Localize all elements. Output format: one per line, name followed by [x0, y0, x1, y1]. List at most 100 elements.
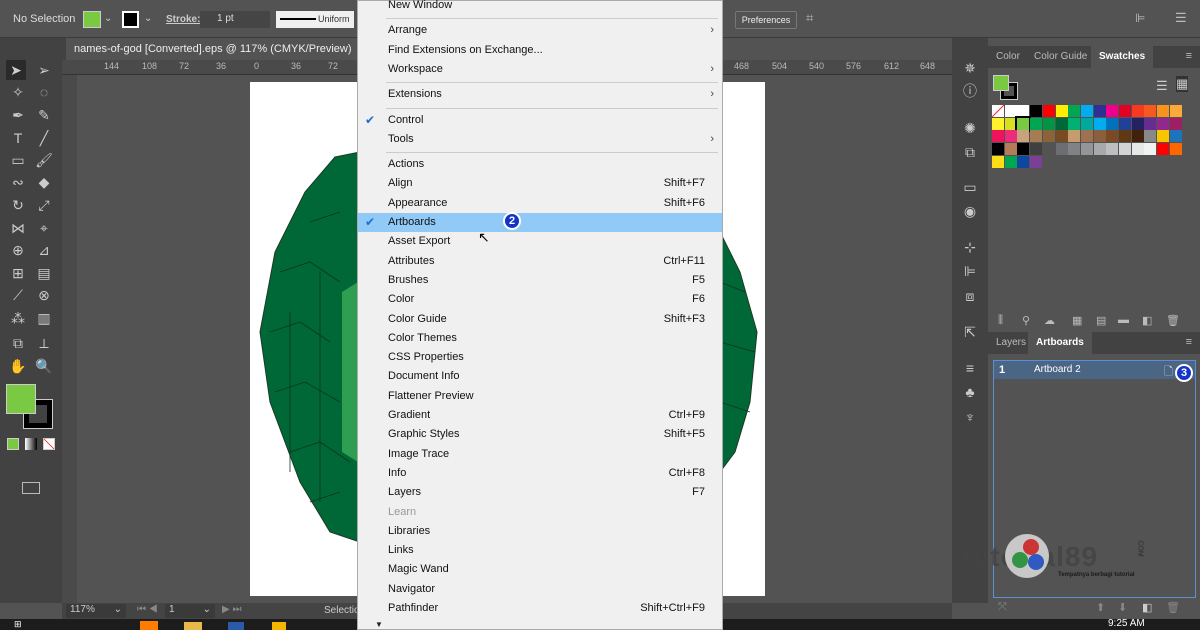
symbols-icon[interactable]: ✺ [960, 118, 980, 138]
swatch[interactable] [1042, 105, 1055, 117]
grid-view-icon[interactable]: ▦ [1176, 76, 1189, 92]
swatch[interactable] [1169, 117, 1182, 130]
stroke-weight-input[interactable]: 1 pt [200, 11, 270, 28]
document-tab[interactable]: names-of-god [Converted].eps @ 117% (CMY… [66, 38, 383, 60]
trash-icon[interactable]: 🗑 [1166, 601, 1180, 614]
swatch[interactable] [1068, 130, 1081, 143]
swatch[interactable] [1144, 143, 1157, 156]
swatch[interactable] [1068, 117, 1081, 130]
zoom-icon[interactable]: 🔍 [34, 356, 54, 376]
swatch[interactable] [992, 130, 1004, 143]
menu-item-brushes[interactable]: Brushes F5 [358, 271, 722, 290]
swatch[interactable] [1042, 130, 1055, 143]
swatch[interactable] [1157, 105, 1170, 117]
new-artboard-icon[interactable]: ◧ [1142, 601, 1152, 614]
swatch-options-icon[interactable]: ▦ [1072, 314, 1082, 327]
navigator-icon[interactable]: ✵ [960, 58, 980, 78]
trash-icon[interactable]: 🗑 [1166, 314, 1180, 327]
list-view-icon[interactable]: ☰ [1156, 78, 1168, 94]
swatch[interactable] [1004, 155, 1017, 168]
illustrator-taskbar-icon[interactable] [140, 621, 158, 630]
swatch[interactable] [992, 143, 1004, 156]
menu-item-color-themes[interactable]: Color Themes [358, 329, 722, 348]
direct-selection-tool-icon[interactable]: ➢ [34, 60, 54, 80]
swatch[interactable] [1131, 143, 1144, 156]
width-tool-icon[interactable]: ⋈ [8, 218, 28, 238]
chevron-down-icon[interactable]: ⌄ [104, 13, 112, 24]
swatch[interactable] [1015, 115, 1032, 132]
tab-artboards[interactable]: Artboards [1028, 332, 1092, 354]
arrange-documents-icon[interactable]: ⌗ [806, 10, 813, 26]
graph-icon[interactable]: ▥ [34, 308, 54, 328]
selection-tool-icon[interactable]: ➤ [6, 60, 26, 80]
swatch-fill-indicator[interactable] [993, 75, 1009, 91]
new-group-icon[interactable]: ▬ [1118, 314, 1129, 326]
puppet-icon[interactable]: ♆ [960, 407, 980, 427]
rotate-icon[interactable]: ↻ [8, 195, 28, 215]
gradient-mode-icon[interactable] [25, 438, 37, 450]
align-panel-icon[interactable]: ⊫ [960, 261, 980, 281]
artboard-row[interactable]: 1 Artboard 2 🗋 [994, 361, 1195, 379]
menu-item-artboards[interactable]: ✔ Artboards [358, 213, 722, 232]
zoom-select[interactable]: 117% ⌄ [66, 604, 126, 618]
magic-wand-icon[interactable]: ✧ [8, 82, 28, 102]
swatch[interactable] [1119, 130, 1131, 143]
scale-icon[interactable]: ⤢ [34, 195, 54, 215]
menu-item-workspace[interactable]: Workspace › [358, 60, 722, 79]
swatch[interactable] [1004, 130, 1017, 143]
swatch[interactable] [992, 105, 1004, 117]
menu-item-links[interactable]: Links [358, 541, 722, 560]
slice-icon[interactable]: ⟂ [34, 333, 54, 353]
panel-menu-icon[interactable]: ≡ [1186, 50, 1192, 62]
transparency-icon[interactable]: ◉ [960, 201, 980, 221]
swatch[interactable] [1017, 155, 1030, 168]
menu-item-appearance[interactable]: Appearance Shift+F6 [358, 194, 722, 213]
swatch[interactable] [1030, 105, 1043, 117]
swatch[interactable] [1080, 117, 1093, 130]
swatch[interactable] [1169, 105, 1182, 117]
artboard-options-icon[interactable]: 🗋 [1164, 363, 1173, 382]
start-icon[interactable]: ⊞ [14, 619, 22, 630]
menu-item-css-properties[interactable]: CSS Properties [358, 348, 722, 367]
asset-export-icon[interactable]: ⧉ [960, 142, 980, 162]
transform-icon[interactable]: ⊹ [960, 237, 980, 257]
lasso-icon[interactable]: ◌ [34, 82, 54, 102]
move-down-icon[interactable]: ⬇ [1118, 601, 1127, 614]
menu-item-flattener-preview[interactable]: Flattener Preview [358, 387, 722, 406]
swatch[interactable] [1055, 130, 1068, 143]
explorer-taskbar-icon[interactable] [184, 622, 202, 630]
shape-builder-icon[interactable]: ⊕ [8, 240, 28, 260]
rectangle-tool-icon[interactable]: ▭ [8, 150, 28, 170]
menu-item-document-info[interactable]: Document Info [358, 367, 722, 386]
info-icon[interactable]: ⓘ [960, 81, 980, 101]
menu-item-extensions[interactable]: Extensions › [358, 85, 722, 104]
color-group-icon[interactable]: ▤ [1096, 314, 1106, 327]
swatch[interactable] [1055, 117, 1068, 130]
club-icon[interactable]: ♣ [960, 382, 980, 402]
swatch[interactable] [1030, 130, 1043, 143]
swatch[interactable] [1030, 117, 1043, 130]
swatch[interactable] [1004, 117, 1017, 130]
scroll-down-icon[interactable]: ▼ [375, 620, 383, 629]
new-swatch-icon[interactable]: ◧ [1142, 314, 1152, 327]
menu-item-new-window[interactable]: New Window [358, 0, 722, 15]
swatch[interactable] [1055, 105, 1068, 117]
eyedropper-icon[interactable]: ⟋ [8, 285, 28, 305]
swatch[interactable] [1055, 143, 1068, 156]
menu-item-find-extensions-on-exchange[interactable]: Find Extensions on Exchange... [358, 41, 722, 60]
stroke-panel-icon[interactable]: ≡ [960, 358, 980, 378]
swatch[interactable] [1042, 117, 1055, 130]
menu-item-asset-export[interactable]: Asset Export [358, 232, 722, 251]
preferences-button[interactable]: Preferences [735, 11, 797, 29]
swatch[interactable] [1030, 143, 1043, 156]
perspective-icon[interactable]: ⊿ [34, 240, 54, 260]
swatch[interactable] [1004, 105, 1017, 117]
mesh-icon[interactable]: ⊞ [8, 263, 28, 283]
swatch[interactable] [1017, 130, 1030, 143]
stroke-swatch[interactable] [122, 11, 139, 28]
rearrange-icon[interactable]: ⤧ [998, 601, 1007, 614]
swatch[interactable] [1093, 117, 1106, 130]
menu-item-control[interactable]: ✔ Control [358, 111, 722, 130]
curvature-icon[interactable]: ✎ [34, 105, 54, 125]
swatch[interactable] [1131, 130, 1144, 143]
